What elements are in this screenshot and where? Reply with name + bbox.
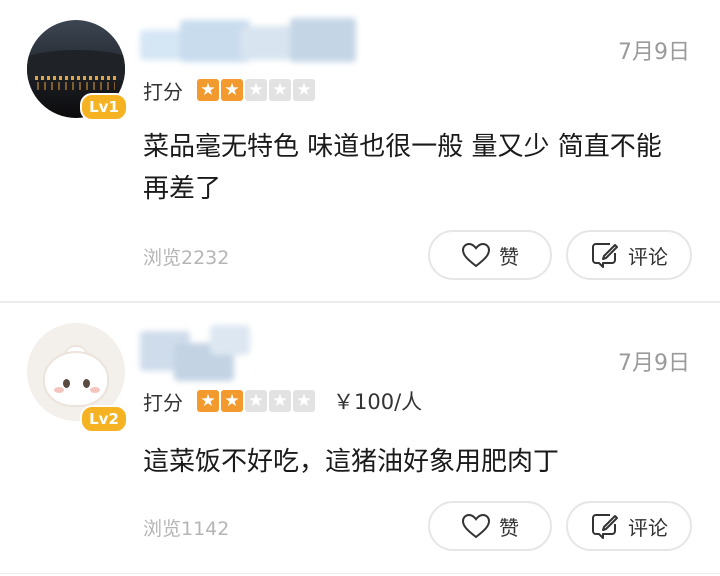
- heart-icon: [461, 242, 491, 268]
- avatar-cheek: [54, 387, 64, 393]
- rating-label: 打分: [143, 79, 183, 104]
- avatar-eye: [63, 379, 70, 388]
- comment-button[interactable]: 评论: [566, 501, 692, 551]
- avatar-lights: [35, 76, 117, 80]
- star-rating: ★ ★ ★ ★ ★: [197, 390, 315, 412]
- level-badge: Lv1: [80, 93, 128, 121]
- heart-icon: [461, 513, 491, 539]
- level-badge: Lv2: [80, 405, 128, 433]
- star-icon: ★: [293, 79, 315, 101]
- star-icon: ★: [197, 390, 219, 412]
- star-icon: ★: [221, 79, 243, 101]
- edit-comment-icon: [592, 514, 618, 539]
- avatar-eye: [83, 379, 90, 388]
- like-button[interactable]: 赞: [428, 501, 552, 551]
- review-text-line: 菜品毫无特色 味道也很一般 量又少 简直不能: [143, 132, 662, 162]
- divider: [0, 573, 720, 574]
- review-date: 7月9日: [618, 40, 690, 65]
- star-icon: ★: [197, 79, 219, 101]
- review-text-line: 再差了: [143, 174, 222, 204]
- view-count: 浏览2232: [143, 247, 230, 269]
- edit-comment-icon: [592, 243, 618, 268]
- review-date: 7月9日: [618, 351, 690, 376]
- review-text: 菜品毫无特色 味道也很一般 量又少 简直不能 再差了: [143, 126, 690, 210]
- star-icon: ★: [293, 390, 315, 412]
- like-button[interactable]: 赞: [428, 230, 552, 280]
- review-item: Lv1 7月9日 打分 ★ ★ ★ ★ ★ 菜品毫无特色 味道也很一般 量又少 …: [0, 0, 720, 302]
- price-per-person: ￥100/人: [333, 390, 423, 414]
- like-label: 赞: [499, 515, 519, 540]
- username-blurred[interactable]: [140, 325, 260, 387]
- review-text: 這菜饭不好吃，這猪油好象用肥肉丁: [143, 441, 690, 483]
- rating-row: 打分 ★ ★ ★ ★ ★: [143, 76, 315, 104]
- comment-label: 评论: [628, 515, 668, 540]
- review-text-line: 這菜饭不好吃，這猪油好象用肥肉丁: [143, 447, 560, 477]
- review-item: Lv2 7月9日 打分 ★ ★ ★ ★ ★ ￥100/人 這菜饭不好吃，這猪油好…: [0, 303, 720, 576]
- comment-label: 评论: [628, 244, 668, 269]
- username-blurred[interactable]: [140, 16, 360, 70]
- star-icon: ★: [245, 390, 267, 412]
- star-icon: ★: [221, 390, 243, 412]
- star-icon: ★: [245, 79, 267, 101]
- star-icon: ★: [269, 390, 291, 412]
- like-label: 赞: [499, 244, 519, 269]
- avatar-reflection: [37, 82, 115, 90]
- rating-row: 打分 ★ ★ ★ ★ ★ ￥100/人: [143, 387, 422, 415]
- star-rating: ★ ★ ★ ★ ★: [197, 79, 315, 101]
- rating-label: 打分: [143, 390, 183, 415]
- star-icon: ★: [269, 79, 291, 101]
- avatar-cheek: [90, 387, 100, 393]
- comment-button[interactable]: 评论: [566, 230, 692, 280]
- view-count: 浏览1142: [143, 518, 230, 540]
- avatar-bun: [45, 353, 107, 405]
